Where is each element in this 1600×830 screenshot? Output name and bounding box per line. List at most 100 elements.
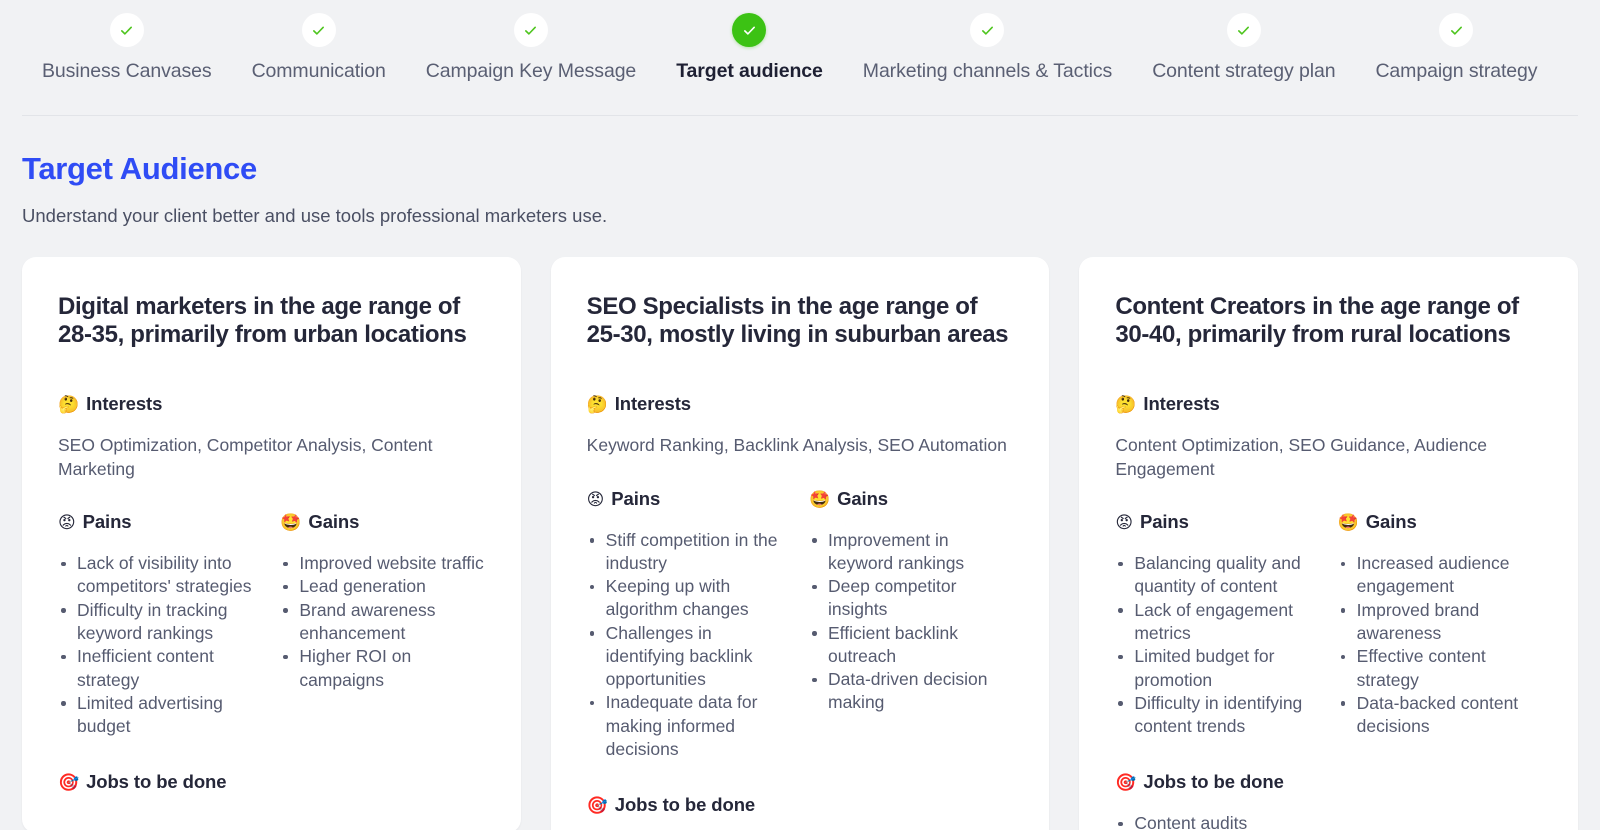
pains-column: 😡 Pains Stiff competition in the industry K… xyxy=(587,488,791,762)
interests-text: Content Optimization, SEO Guidance, Audi… xyxy=(1115,434,1487,479)
audience-card-title: Digital marketers in the age range of 28… xyxy=(58,293,467,349)
pains-heading: 😡 Pains xyxy=(58,511,262,533)
audience-card[interactable]: SEO Specialists in the age range of 25-3… xyxy=(550,257,1050,830)
stepper-step-label: Content strategy plan xyxy=(1152,60,1336,82)
list-item: Deep competitor insights xyxy=(809,575,1013,622)
gains-list: Improvement in keyword rankings Deep comp… xyxy=(809,529,1013,715)
interests-text: SEO Optimization, Competitor Analysis, C… xyxy=(58,434,433,479)
jobs-emoji: 🎯 xyxy=(58,773,80,794)
gains-column: 🤩 Gains Improvement in keyword rankings Dee… xyxy=(809,488,1013,762)
list-item: Data-backed content decisions xyxy=(1338,692,1542,739)
list-item: Difficulty in tracking keyword rankings xyxy=(58,599,262,646)
interests-emoji: 🤔 xyxy=(586,394,608,415)
page-title: Target Audience xyxy=(22,151,257,186)
list-item: Balancing quality and quantity of conten… xyxy=(1115,552,1319,599)
gains-heading: 🤩 Gains xyxy=(280,511,484,533)
gains-heading: 🤩 Gains xyxy=(1338,511,1542,533)
list-item: Increased audience engagement xyxy=(1338,552,1542,599)
list-item: Limited advertising budget xyxy=(58,692,262,739)
pains-gains-grid: 😡 Pains Lack of visibility into competitor… xyxy=(58,511,485,738)
list-item: Limited budget for promotion xyxy=(1115,645,1319,692)
stepper-step-6[interactable]: Campaign strategy xyxy=(1355,0,1557,82)
gains-label: Gains xyxy=(837,487,888,509)
list-item: Lead generation xyxy=(280,575,484,598)
interests-heading: 🤔 Interests xyxy=(587,393,1014,415)
interests-label: Interests xyxy=(86,392,163,414)
page-header: Target Audience Understand your client b… xyxy=(0,116,1600,227)
check-icon xyxy=(301,13,336,47)
list-item: Lack of engagement metrics xyxy=(1115,599,1319,646)
stepper-step-3[interactable]: Target audience xyxy=(656,0,843,82)
pains-gains-grid: 😡 Pains Balancing quality and quantity of … xyxy=(1115,511,1542,738)
stepper-step-5[interactable]: Content strategy plan xyxy=(1132,0,1355,82)
list-item: Inadequate data for making informed deci… xyxy=(587,691,791,761)
stepper-divider xyxy=(22,115,1578,116)
pains-column: 😡 Pains Balancing quality and quantity of … xyxy=(1115,511,1319,738)
jobs-label: Jobs to be done xyxy=(86,771,227,793)
interests-emoji: 🤔 xyxy=(1115,394,1137,415)
pains-list: Lack of visibility into competitors' str… xyxy=(58,552,262,738)
list-item: Keeping up with algorithm changes xyxy=(587,575,791,622)
list-item: Improved brand awareness xyxy=(1338,599,1542,646)
pains-heading: 😡 Pains xyxy=(1115,511,1319,533)
list-item: Effective content strategy xyxy=(1338,645,1542,692)
stepper-step-2[interactable]: Campaign Key Message xyxy=(406,0,656,82)
jobs-label: Jobs to be done xyxy=(614,794,756,816)
pains-emoji: 😡 xyxy=(586,489,605,510)
interests-label: Interests xyxy=(1143,392,1220,414)
gains-emoji: 🤩 xyxy=(1337,513,1359,534)
check-icon xyxy=(1439,13,1474,47)
list-item: Efficient backlink outreach xyxy=(809,622,1013,669)
list-item: Difficulty in identifying content trends xyxy=(1115,692,1319,739)
jobs-heading: 🎯 Jobs to be done xyxy=(587,794,1014,816)
audience-card-list: Digital marketers in the age range of 28… xyxy=(0,227,1600,830)
audience-card[interactable]: Digital marketers in the age range of 28… xyxy=(22,257,521,830)
check-icon xyxy=(109,13,144,47)
list-item: Higher ROI on campaigns xyxy=(280,645,484,692)
interests-emoji: 🤔 xyxy=(58,394,80,415)
stepper-step-1[interactable]: Communication xyxy=(232,0,406,82)
list-item: Challenges in identifying backlink oppor… xyxy=(587,622,791,692)
gains-label: Gains xyxy=(1365,511,1417,533)
list-item: Brand awareness enhancement xyxy=(280,599,484,646)
list-item: Stiff competition in the industry xyxy=(587,529,791,576)
jobs-heading: 🎯 Jobs to be done xyxy=(58,771,485,793)
stepper-step-4[interactable]: Marketing channels & Tactics xyxy=(843,0,1132,82)
list-item: Content audits xyxy=(1115,812,1542,830)
jobs-list: Content audits xyxy=(1115,812,1542,830)
list-item: Lack of visibility into competitors' str… xyxy=(58,552,262,599)
pains-heading: 😡 Pains xyxy=(587,488,791,510)
gains-emoji: 🤩 xyxy=(280,513,302,534)
interests-label: Interests xyxy=(614,392,691,414)
pains-gains-grid: 😡 Pains Stiff competition in the industry K… xyxy=(587,488,1014,762)
stepper-step-label: Marketing channels & Tactics xyxy=(862,60,1113,82)
stepper-step-7[interactable]: Cam xyxy=(1557,0,1578,82)
jobs-heading: 🎯 Jobs to be done xyxy=(1115,771,1542,793)
stepper-step-label: Business Canvases xyxy=(42,60,212,82)
pains-label: Pains xyxy=(82,511,132,533)
gains-list: Increased audience engagement Improved br… xyxy=(1338,552,1542,738)
stepper-step-label: Campaign strategy xyxy=(1375,60,1538,82)
list-item: Improved website traffic xyxy=(280,552,484,575)
stepper-step-label: Communication xyxy=(251,60,386,82)
check-icon xyxy=(513,13,548,47)
stepper-step-0[interactable]: Business Canvases xyxy=(22,0,232,82)
interests-heading: 🤔 Interests xyxy=(58,393,485,415)
gains-label: Gains xyxy=(308,511,360,533)
pains-list: Balancing quality and quantity of conten… xyxy=(1115,552,1319,738)
check-icon xyxy=(1226,13,1261,47)
jobs-emoji: 🎯 xyxy=(586,796,608,817)
pains-label: Pains xyxy=(611,487,661,509)
page-subtitle: Understand your client better and use to… xyxy=(22,205,608,227)
gains-emoji: 🤩 xyxy=(809,489,831,510)
stepper-step-label: Cam xyxy=(1577,61,1578,82)
interests-heading: 🤔 Interests xyxy=(1115,393,1542,415)
audience-card[interactable]: Content Creators in the age range of 30-… xyxy=(1079,257,1579,830)
audience-card-title: SEO Specialists in the age range of 25-3… xyxy=(586,293,1009,349)
jobs-emoji: 🎯 xyxy=(1115,773,1137,794)
interests-text: Keyword Ranking, Backlink Analysis, SEO … xyxy=(586,434,1007,455)
gains-column: 🤩 Gains Increased audience engagement Impro… xyxy=(1338,511,1542,738)
pains-emoji: 😡 xyxy=(58,513,76,534)
check-icon xyxy=(732,13,767,47)
progress-stepper: Business Canvases Communication Campaign K… xyxy=(0,0,1600,116)
